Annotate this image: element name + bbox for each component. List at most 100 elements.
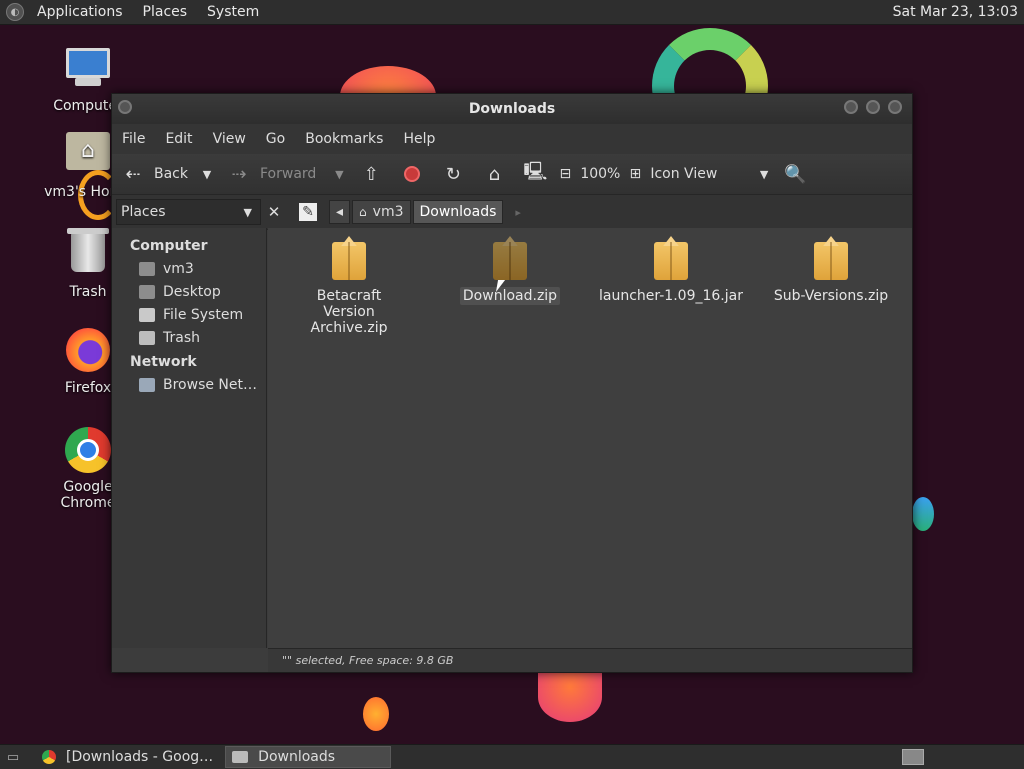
chevron-down-icon: ▼ xyxy=(243,205,252,219)
menu-go[interactable]: Go xyxy=(256,131,295,147)
close-button[interactable] xyxy=(888,100,902,114)
file-manager-window: Downloads File Edit View Go Bookmarks He… xyxy=(111,93,913,673)
file-name: Betacraft Version Archive.zip xyxy=(310,288,388,336)
home-icon[interactable]: ⌂ xyxy=(483,163,505,185)
minimize-button[interactable] xyxy=(844,100,858,114)
close-sidebar-icon[interactable]: ✕ xyxy=(263,201,285,223)
sidebar-item-trash[interactable]: Trash xyxy=(112,327,266,350)
firefox-icon xyxy=(64,328,112,376)
sidebar-heading-computer: Computer xyxy=(130,238,208,254)
back-button[interactable]: ⇠ Back xyxy=(122,163,188,185)
up-arrow-icon[interactable]: ⇧ xyxy=(360,163,382,185)
computer-icon xyxy=(64,46,112,94)
chevron-down-icon: ▼ xyxy=(759,167,769,181)
zip-archive-icon xyxy=(332,242,366,280)
wallpaper-blob-pink xyxy=(538,672,602,722)
bottom-panel: ▭ [Downloads - Goog… Downloads xyxy=(0,744,1024,769)
forward-history-dropdown-icon[interactable]: ▼ xyxy=(328,163,350,185)
reload-icon[interactable]: ↻ xyxy=(442,163,464,185)
breadcrumb-label: Downloads xyxy=(419,204,497,220)
file-name: launcher-1.09_16.jar xyxy=(599,288,743,304)
chrome-icon xyxy=(64,427,112,475)
system-menu[interactable]: System xyxy=(200,4,266,20)
sidebar-heading-network: Network xyxy=(130,354,197,370)
edit-location-icon[interactable]: ✎ xyxy=(299,203,317,221)
menu-file[interactable]: File xyxy=(112,131,155,147)
breadcrumb-vm3[interactable]: ⌂ vm3 xyxy=(352,200,411,224)
sidebar-item-desktop[interactable]: Desktop xyxy=(112,281,266,304)
location-bar: Places ▼ ✕ ✎ ◂ ⌂ vm3 Downloads ▸ xyxy=(112,195,912,230)
zoom-level: 100% xyxy=(580,166,621,182)
sidebar-item-vm3[interactable]: vm3 xyxy=(112,258,266,281)
back-arrow-icon: ⇠ xyxy=(125,163,141,185)
places-selector[interactable]: Places ▼ xyxy=(116,199,261,225)
forward-button[interactable]: ⇢ Forward xyxy=(228,163,316,185)
sidebar-item-browse-network[interactable]: Browse Net… xyxy=(112,374,266,397)
sidebar-item-label: Trash xyxy=(163,330,200,346)
forward-arrow-icon: ⇢ xyxy=(231,163,247,185)
workspace-switcher-icon[interactable] xyxy=(902,749,924,765)
maximize-button[interactable] xyxy=(866,100,880,114)
zoom-out-icon[interactable]: ⊟ xyxy=(554,163,576,185)
top-panel: ◐ Applications Places System Sat Mar 23,… xyxy=(0,0,1024,25)
taskbar-item-downloads[interactable]: Downloads xyxy=(225,746,392,768)
taskbar-item-browser[interactable]: [Downloads - Goog… xyxy=(36,746,219,768)
sidebar-item-label: vm3 xyxy=(163,261,194,277)
wallpaper-blob-small xyxy=(363,697,389,731)
zip-archive-icon xyxy=(493,242,527,280)
back-label: Back xyxy=(154,166,188,182)
wallpaper-blob-teal xyxy=(912,497,934,531)
menu-help[interactable]: Help xyxy=(393,131,445,147)
places-label: Places xyxy=(121,204,166,220)
sidebar-item-file-system[interactable]: File System xyxy=(112,304,266,327)
jar-archive-icon xyxy=(654,242,688,280)
file-item[interactable]: launcher-1.09_16.jar xyxy=(596,242,746,304)
folder-icon xyxy=(232,751,249,763)
toolbar: ⇠ Back ▼ ⇢ Forward ▼ ⇧ ↻ ⌂ 🖳 ⊟ 100% ⊞ Ic… xyxy=(112,154,912,195)
sidebar-item-label: File System xyxy=(163,307,244,323)
show-desktop-icon[interactable]: ▭ xyxy=(2,746,24,768)
zoom-in-icon[interactable]: ⊞ xyxy=(624,163,646,185)
network-icon xyxy=(139,378,155,392)
file-item-selected[interactable]: Download.zip xyxy=(435,242,585,305)
menu-logo-icon[interactable]: ◐ xyxy=(6,3,24,21)
chrome-icon xyxy=(42,750,56,764)
file-view[interactable]: Betacraft Version Archive.zip Download.z… xyxy=(268,228,912,648)
places-menu[interactable]: Places xyxy=(136,4,195,20)
taskbar-item-label: [Downloads - Goog… xyxy=(66,749,214,765)
trash-icon xyxy=(64,228,112,280)
trash-icon xyxy=(139,331,155,345)
forward-label: Forward xyxy=(260,166,317,182)
menu-bookmarks[interactable]: Bookmarks xyxy=(295,131,393,147)
desktop-folder-icon xyxy=(139,285,155,299)
back-history-dropdown-icon[interactable]: ▼ xyxy=(196,163,218,185)
file-name: Download.zip xyxy=(459,287,561,305)
file-item[interactable]: Betacraft Version Archive.zip xyxy=(274,242,424,336)
applications-menu[interactable]: Applications xyxy=(30,4,130,20)
search-icon[interactable]: 🔍 xyxy=(784,163,806,185)
window-titlebar[interactable]: Downloads xyxy=(112,94,912,124)
places-sidebar: Computer vm3 Desktop File System Trash N… xyxy=(112,228,267,648)
menu-edit[interactable]: Edit xyxy=(155,131,202,147)
breadcrumb-right-arrow[interactable]: ▸ xyxy=(515,206,521,219)
file-name: Sub-Versions.zip xyxy=(773,288,889,304)
view-mode-select[interactable]: Icon View ▼ xyxy=(650,166,768,182)
status-bar: "" selected, Free space: 9.8 GB xyxy=(268,648,912,672)
file-item[interactable]: Sub-Versions.zip xyxy=(756,242,906,304)
menu-view[interactable]: View xyxy=(203,131,256,147)
window-title: Downloads xyxy=(468,101,556,117)
sidebar-item-label: Desktop xyxy=(163,284,221,300)
home-icon: ⌂ xyxy=(359,205,367,219)
menubar: File Edit View Go Bookmarks Help xyxy=(112,124,912,154)
computer-icon[interactable]: 🖳 xyxy=(523,161,547,185)
sidebar-item-label: Browse Net… xyxy=(163,377,258,393)
zip-archive-icon xyxy=(814,242,848,280)
view-mode-value: Icon View xyxy=(650,166,718,182)
taskbar-item-label: Downloads xyxy=(258,749,336,765)
breadcrumb-left-arrow[interactable]: ◂ xyxy=(329,200,351,224)
breadcrumb-downloads[interactable]: Downloads xyxy=(412,200,504,224)
home-folder-icon xyxy=(64,132,112,180)
stop-icon[interactable] xyxy=(401,163,423,185)
clock[interactable]: Sat Mar 23, 13:03 xyxy=(893,4,1018,20)
drive-icon xyxy=(139,308,155,322)
